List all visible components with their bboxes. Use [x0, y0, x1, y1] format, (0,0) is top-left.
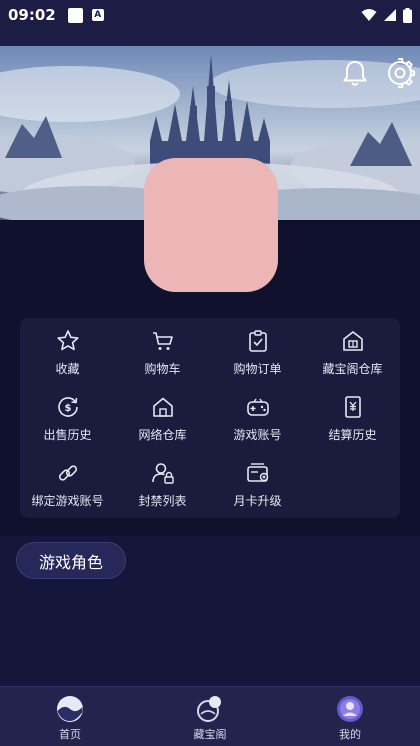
- feature-label: 藏宝阁仓库: [322, 362, 383, 376]
- receipt-icon: [344, 396, 361, 418]
- battery-icon: [403, 7, 412, 23]
- notification-icon: [67, 7, 83, 23]
- feature-label: 网络仓库: [138, 428, 187, 442]
- order-icon: [248, 330, 267, 352]
- cart-icon: [152, 332, 173, 350]
- status-bar: 09:02 A: [0, 0, 420, 30]
- status-time: 09:02: [8, 6, 56, 24]
- header-spacer: [0, 30, 420, 46]
- feature-treasure-warehouse[interactable]: 藏宝阁仓库: [305, 318, 400, 384]
- house-icon: [152, 397, 173, 417]
- wifi-icon: [361, 9, 377, 21]
- bell-icon[interactable]: [340, 58, 370, 88]
- nav-treasure[interactable]: 藏宝阁: [140, 687, 280, 746]
- feature-ban-list[interactable]: 封禁列表: [115, 450, 210, 516]
- feature-label: 游戏账号: [233, 428, 282, 442]
- link-icon: [58, 465, 77, 481]
- feature-label: 购物订单: [233, 362, 282, 376]
- nav-home[interactable]: 首页: [0, 687, 140, 746]
- bottom-nav: 首页 藏宝阁 我的: [0, 686, 420, 746]
- feature-label: 购物车: [144, 362, 181, 376]
- feature-orders[interactable]: 购物订单: [210, 318, 305, 384]
- status-badge: A: [91, 9, 104, 21]
- feature-network-warehouse[interactable]: 网络仓库: [115, 384, 210, 450]
- feature-favorites[interactable]: 收藏: [20, 318, 115, 384]
- feature-monthly-card[interactable]: 月卡升级: [210, 450, 305, 516]
- nav-mine[interactable]: 我的: [280, 687, 420, 746]
- feature-cart[interactable]: 购物车: [115, 318, 210, 384]
- profile-icon: [337, 696, 363, 722]
- gear-icon[interactable]: [385, 58, 415, 88]
- feature-sale-history[interactable]: $ 出售历史: [20, 384, 115, 450]
- nav-label: 首页: [59, 728, 81, 741]
- feature-bind-account[interactable]: 绑定游戏账号: [20, 450, 115, 516]
- nav-label: 藏宝阁: [193, 728, 227, 741]
- feature-label: 月卡升级: [233, 494, 282, 508]
- feature-label: 绑定游戏账号: [31, 494, 104, 508]
- feature-label: 出售历史: [43, 428, 92, 442]
- nav-label: 我的: [339, 728, 361, 741]
- star-icon: [56, 330, 79, 351]
- feature-label: 收藏: [55, 362, 80, 376]
- gamepad-icon: [246, 398, 269, 416]
- user-lock-icon: [151, 463, 174, 484]
- svg-text:$: $: [64, 403, 71, 414]
- treasure-icon: [197, 696, 221, 722]
- card-icon: [246, 463, 268, 482]
- game-roles-button[interactable]: 游戏角色: [16, 542, 126, 579]
- feature-label: 封禁列表: [138, 494, 187, 508]
- feature-grid: 收藏 购物车 购物订单 藏宝阁仓库 $ 出售历史 网络仓库 游戏账号 结算历史 …: [20, 318, 400, 518]
- feature-game-accounts[interactable]: 游戏账号: [210, 384, 305, 450]
- home-planet-icon: [57, 696, 83, 722]
- avatar[interactable]: [144, 158, 278, 292]
- feature-settlement-history[interactable]: 结算历史: [305, 384, 400, 450]
- signal-icon: [384, 9, 396, 21]
- warehouse-icon: [342, 331, 363, 351]
- feature-label: 结算历史: [328, 428, 377, 442]
- sale-history-icon: $: [57, 397, 78, 417]
